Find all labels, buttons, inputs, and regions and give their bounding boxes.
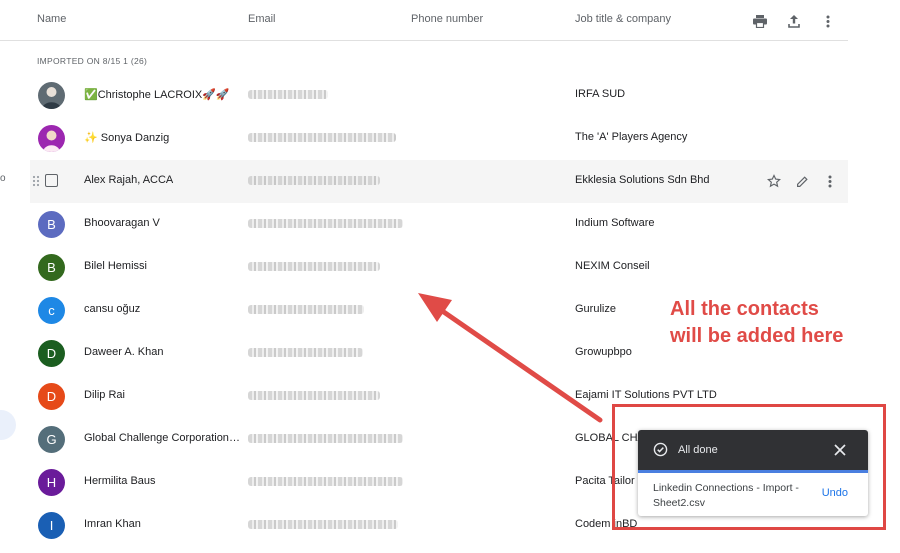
close-icon[interactable] — [834, 443, 846, 461]
annotation-text: All the contacts will be added here — [670, 296, 843, 350]
check-circle-icon — [653, 442, 668, 462]
toast-message: Linkedin Connections - Import - Sheet2.c… — [653, 482, 799, 509]
import-toast: All done Linkedin Connections - Import -… — [638, 430, 868, 516]
annotation-line-1: All the contacts — [670, 298, 819, 320]
undo-button[interactable]: Undo — [822, 487, 848, 499]
toast-title: All done — [678, 444, 718, 456]
annotation-line-2: will be added here — [670, 325, 844, 347]
toast-header: All done — [638, 430, 868, 473]
